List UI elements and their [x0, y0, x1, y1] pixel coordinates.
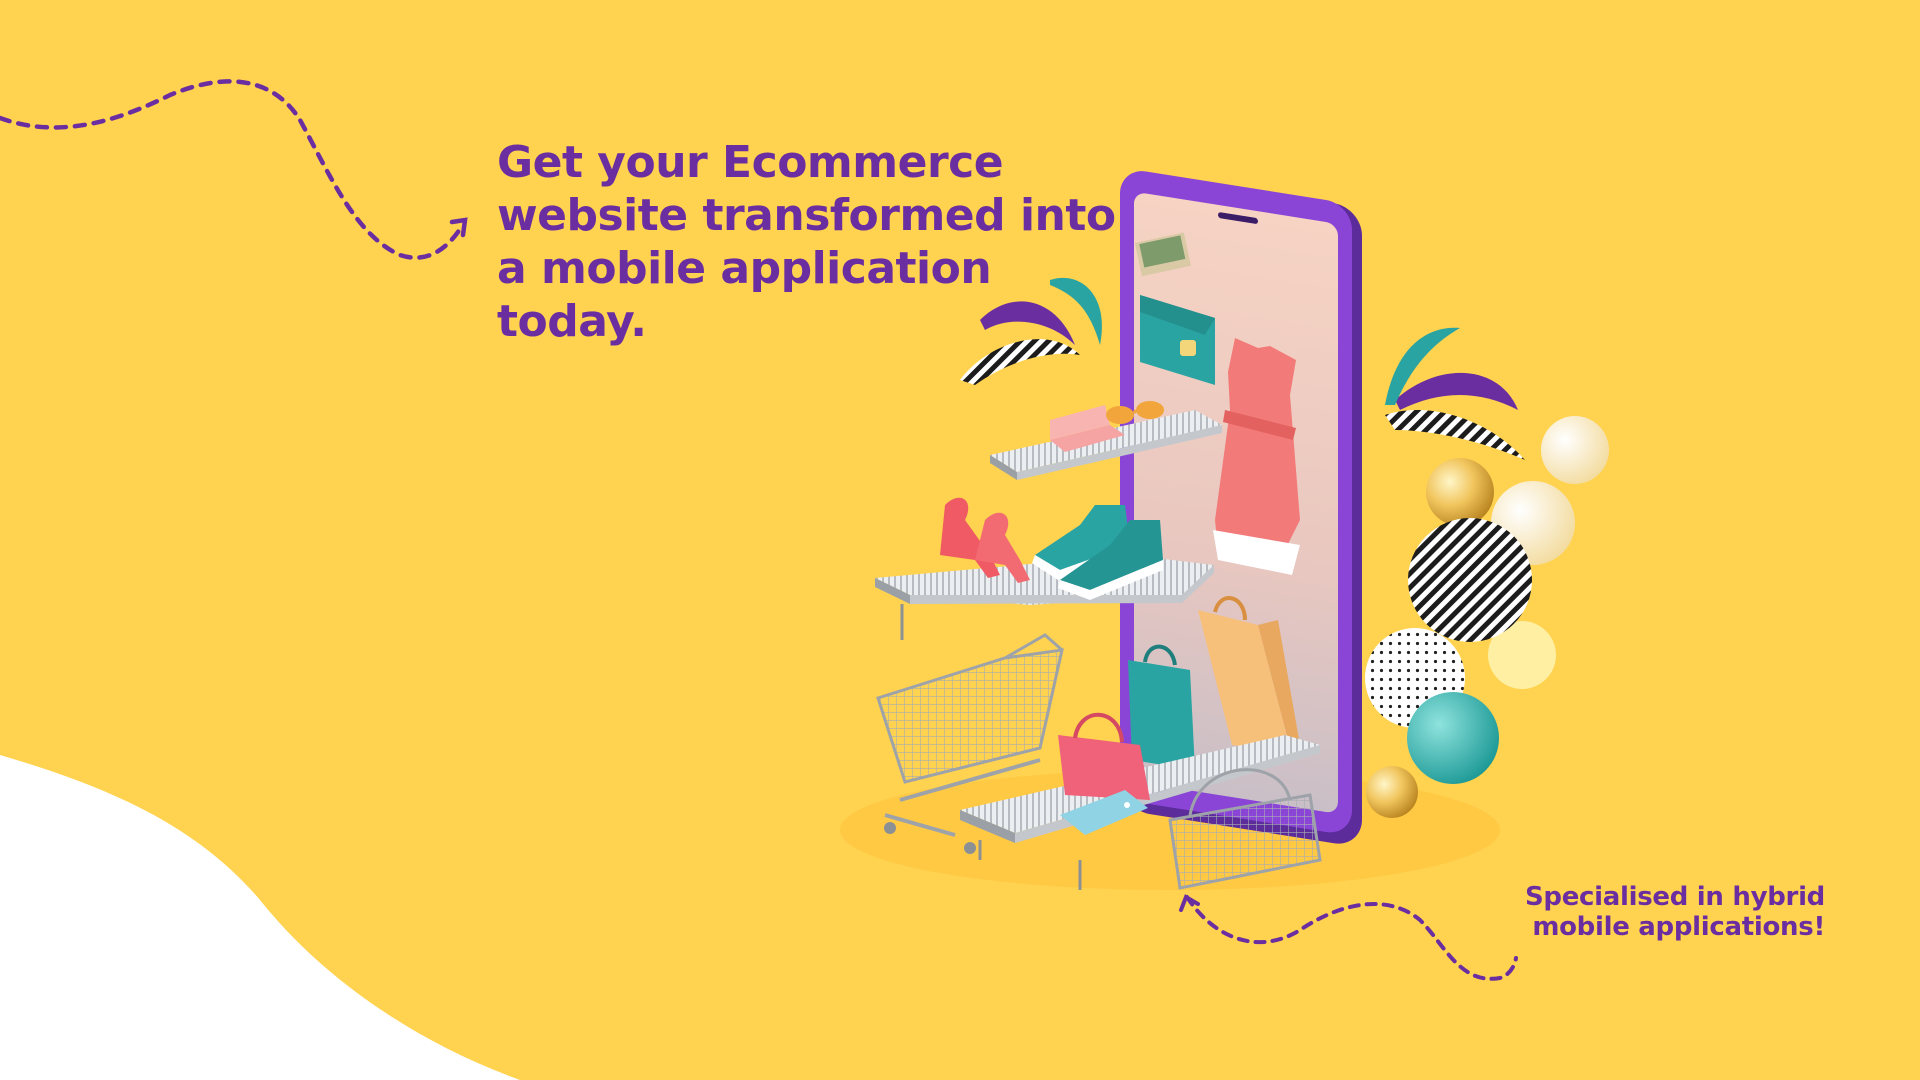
decorative-splash-icon — [1385, 327, 1525, 460]
dashed-arrow-icon — [0, 79, 465, 260]
high-heels-icon — [940, 497, 1030, 583]
white-wave-shape — [0, 755, 520, 1080]
hero-banner: { "hero": { "headline": "Get your Ecomme… — [0, 0, 1920, 1080]
decorative-ball-icon — [1365, 416, 1609, 818]
hero-tagline: Specialised in hybrid mobile application… — [1524, 882, 1825, 942]
hero-headline: Get your Ecommerce website transformed i… — [497, 137, 1116, 347]
